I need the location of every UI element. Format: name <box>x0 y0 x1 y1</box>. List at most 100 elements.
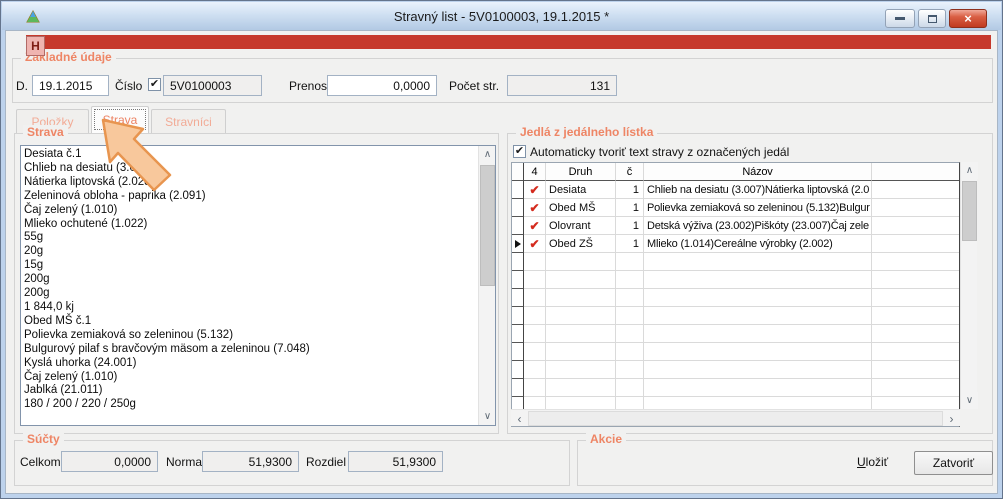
blank-cell[interactable] <box>872 235 959 253</box>
close-button[interactable]: × <box>949 9 987 28</box>
empty-cell[interactable] <box>616 253 644 271</box>
auto-text-checkbox[interactable] <box>513 145 526 158</box>
strava-list-line[interactable]: Polievka zemiaková so zeleninou (5.132) <box>24 329 475 343</box>
strava-list-vscrollbar[interactable] <box>478 146 495 425</box>
column-header[interactable]: Druh <box>546 163 616 181</box>
empty-cell[interactable] <box>872 253 959 271</box>
empty-cell[interactable] <box>524 379 546 397</box>
table-row-empty[interactable] <box>512 343 959 361</box>
empty-cell[interactable] <box>616 289 644 307</box>
empty-cell[interactable] <box>512 253 524 271</box>
jedla-table-vscrollbar[interactable] <box>960 162 977 409</box>
empty-cell[interactable] <box>616 361 644 379</box>
empty-cell[interactable] <box>872 379 959 397</box>
norma-input[interactable] <box>202 451 299 472</box>
table-row[interactable]: Obed ZŠ1Mlieko (1.014)Cereálne výrobky (… <box>512 235 959 253</box>
h-toolbar-button[interactable]: H <box>26 36 45 56</box>
blank-cell[interactable] <box>872 181 959 199</box>
empty-cell[interactable] <box>524 307 546 325</box>
strava-list-line[interactable]: Mlieko ochutené (1.022) <box>24 218 475 232</box>
empty-cell[interactable] <box>512 307 524 325</box>
strava-list-line[interactable]: Obed MŠ č.1 <box>24 315 475 329</box>
strava-list-line[interactable]: Jablká (21.011) <box>24 384 475 398</box>
cislo-cell[interactable]: 1 <box>616 181 644 199</box>
cislo-input[interactable] <box>163 75 262 96</box>
empty-cell[interactable] <box>524 343 546 361</box>
jedla-table-hscrollbar[interactable] <box>511 409 960 426</box>
save-button[interactable]: Uložiť <box>857 455 888 469</box>
empty-cell[interactable] <box>616 307 644 325</box>
scroll-up-icon[interactable] <box>961 162 978 179</box>
date-input[interactable] <box>32 75 109 96</box>
table-row[interactable]: Olovrant1Detská výživa (23.002)Piškóty (… <box>512 217 959 235</box>
checked-cell[interactable] <box>524 235 546 253</box>
title-bar[interactable]: Stravný list - 5V0100003, 19.1.2015 * × <box>2 2 1001 30</box>
checked-cell[interactable] <box>524 217 546 235</box>
empty-cell[interactable] <box>512 361 524 379</box>
table-row-empty[interactable] <box>512 307 959 325</box>
column-header[interactable] <box>872 163 959 181</box>
strava-list-line[interactable]: Desiata č.1 <box>24 148 475 162</box>
empty-cell[interactable] <box>546 361 616 379</box>
empty-cell[interactable] <box>546 343 616 361</box>
scroll-thumb[interactable] <box>962 181 977 241</box>
strava-list-line[interactable]: 180 / 200 / 220 / 250g <box>24 398 475 412</box>
empty-cell[interactable] <box>512 379 524 397</box>
scroll-down-icon[interactable] <box>961 392 978 409</box>
strava-listbox[interactable]: Desiata č.1Chlieb na desiatu (3.007)Náti… <box>20 145 496 426</box>
table-row-empty[interactable] <box>512 289 959 307</box>
scroll-down-icon[interactable] <box>479 408 496 425</box>
column-header[interactable]: 4 <box>524 163 546 181</box>
tab-strava[interactable]: Strava <box>91 106 149 133</box>
empty-cell[interactable] <box>524 271 546 289</box>
empty-cell[interactable] <box>644 307 872 325</box>
strava-list-line[interactable]: Chlieb na desiatu (3.007) <box>24 162 475 176</box>
empty-cell[interactable] <box>616 325 644 343</box>
scroll-thumb[interactable] <box>528 411 943 426</box>
minimize-button[interactable] <box>885 9 915 28</box>
blank-cell[interactable] <box>872 199 959 217</box>
row-indicator-cell[interactable] <box>512 199 524 217</box>
maximize-button[interactable] <box>918 9 946 28</box>
checked-cell[interactable] <box>524 181 546 199</box>
strava-list-line[interactable]: Nátierka liptovská (2.028) <box>24 176 475 190</box>
row-indicator-cell[interactable] <box>512 217 524 235</box>
empty-cell[interactable] <box>644 253 872 271</box>
empty-cell[interactable] <box>512 289 524 307</box>
table-row-empty[interactable] <box>512 325 959 343</box>
prenos-input[interactable] <box>327 75 437 96</box>
empty-cell[interactable] <box>524 289 546 307</box>
table-row-empty[interactable] <box>512 361 959 379</box>
nazov-cell[interactable]: Mlieko (1.014)Cereálne výrobky (2.002) <box>644 235 872 253</box>
empty-cell[interactable] <box>512 271 524 289</box>
empty-cell[interactable] <box>872 325 959 343</box>
empty-cell[interactable] <box>546 307 616 325</box>
strava-list-line[interactable]: Čaj zelený (1.010) <box>24 371 475 385</box>
table-row-empty[interactable] <box>512 253 959 271</box>
empty-cell[interactable] <box>644 325 872 343</box>
checked-cell[interactable] <box>524 199 546 217</box>
empty-cell[interactable] <box>524 361 546 379</box>
strava-list-line[interactable]: Čaj zelený (1.010) <box>24 204 475 218</box>
row-indicator-cell[interactable] <box>512 181 524 199</box>
nazov-cell[interactable]: Polievka zemiaková so zeleninou (5.132)B… <box>644 199 872 217</box>
strava-list-line[interactable]: 1 844,0 kj <box>24 301 475 315</box>
strava-list-line[interactable]: 15g <box>24 259 475 273</box>
strava-list-line[interactable]: Kyslá uhorka (24.001) <box>24 357 475 371</box>
tab-stravníci[interactable]: Stravníci <box>151 109 226 133</box>
empty-cell[interactable] <box>524 253 546 271</box>
row-indicator-cell[interactable] <box>512 235 524 253</box>
empty-cell[interactable] <box>644 361 872 379</box>
empty-cell[interactable] <box>644 379 872 397</box>
empty-cell[interactable] <box>644 271 872 289</box>
scroll-right-icon[interactable] <box>943 410 960 427</box>
table-row-empty[interactable] <box>512 379 959 397</box>
strava-list-line[interactable]: 200g <box>24 273 475 287</box>
empty-cell[interactable] <box>872 307 959 325</box>
column-header[interactable]: č <box>616 163 644 181</box>
column-header[interactable] <box>512 163 524 181</box>
empty-cell[interactable] <box>616 379 644 397</box>
table-row-empty[interactable] <box>512 271 959 289</box>
table-row[interactable]: Desiata1Chlieb na desiatu (3.007)Nátierk… <box>512 181 959 199</box>
druh-cell[interactable]: Olovrant <box>546 217 616 235</box>
